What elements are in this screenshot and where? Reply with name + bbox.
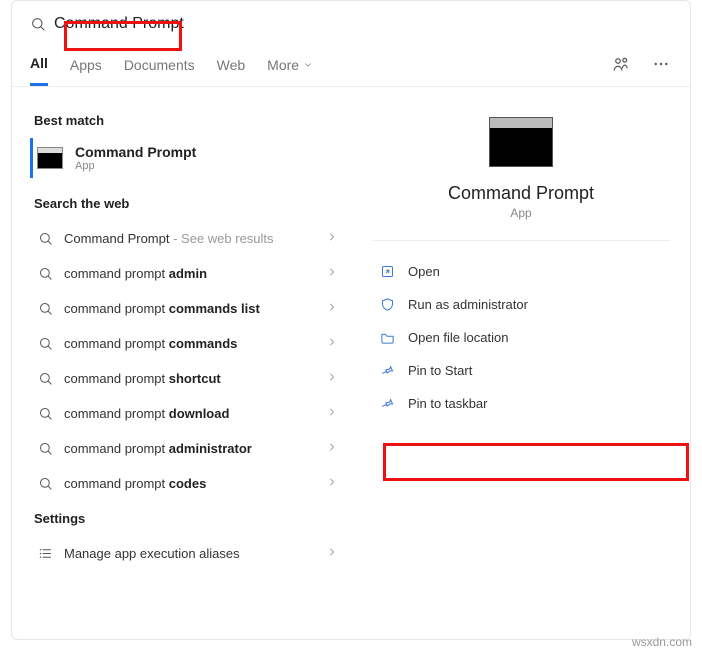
chevron-right-icon	[326, 406, 338, 421]
web-result-text: command prompt commands	[64, 336, 237, 351]
chevron-right-icon	[326, 336, 338, 351]
action-label: Run as administrator	[408, 297, 528, 312]
web-result-item[interactable]: command prompt codes	[30, 466, 348, 501]
search-window: Command Prompt All Apps Documents Web Mo…	[11, 0, 691, 640]
best-match-subtitle: App	[75, 160, 196, 172]
search-icon	[36, 266, 54, 281]
action-open[interactable]: Open	[372, 255, 670, 288]
actions-list: Open Run as administrator Open file locati…	[372, 241, 670, 420]
list-icon	[36, 546, 54, 561]
shield-icon	[378, 297, 396, 312]
web-result-item[interactable]: command prompt commands	[30, 326, 348, 361]
action-label: Open	[408, 264, 440, 279]
web-result-text: command prompt shortcut	[64, 371, 221, 386]
action-label: Open file location	[408, 330, 508, 345]
tab-apps[interactable]: Apps	[70, 49, 102, 85]
web-result-text: command prompt admin	[64, 266, 207, 281]
section-search-web: Search the web	[30, 186, 348, 221]
search-icon	[36, 336, 54, 351]
search-icon	[36, 476, 54, 491]
preview-title: Command Prompt	[372, 183, 670, 204]
web-result-text: command prompt commands list	[64, 301, 260, 316]
tab-more[interactable]: More	[267, 49, 313, 85]
action-open-file-location[interactable]: Open file location	[372, 321, 670, 354]
account-icon[interactable]	[608, 51, 634, 77]
search-icon	[30, 16, 46, 32]
web-result-text: command prompt administrator	[64, 441, 252, 456]
chevron-right-icon	[326, 266, 338, 281]
search-input[interactable]: Command Prompt	[54, 15, 184, 33]
web-results-list: Command Prompt - See web results command …	[30, 221, 348, 501]
web-result-item[interactable]: command prompt administrator	[30, 431, 348, 466]
web-result-item[interactable]: command prompt download	[30, 396, 348, 431]
action-label: Pin to taskbar	[408, 396, 488, 411]
section-settings: Settings	[30, 501, 348, 536]
search-icon	[36, 371, 54, 386]
pin-icon	[378, 396, 396, 411]
chevron-right-icon	[326, 371, 338, 386]
pin-icon	[378, 363, 396, 378]
chevron-down-icon	[303, 60, 313, 70]
more-options-icon[interactable]	[648, 51, 674, 77]
command-prompt-icon-large	[489, 117, 553, 167]
settings-item-label: Manage app execution aliases	[64, 546, 240, 561]
tab-web[interactable]: Web	[217, 49, 246, 85]
tab-more-label: More	[267, 57, 299, 73]
best-match-item[interactable]: Command Prompt App	[30, 138, 348, 178]
action-pin-to-taskbar[interactable]: Pin to taskbar	[372, 387, 670, 420]
chevron-right-icon	[326, 301, 338, 316]
action-label: Pin to Start	[408, 363, 472, 378]
chevron-right-icon	[326, 231, 338, 246]
open-icon	[378, 264, 396, 279]
settings-item[interactable]: Manage app execution aliases	[30, 536, 348, 571]
best-match-texts: Command Prompt App	[75, 144, 196, 172]
section-best-match: Best match	[30, 103, 348, 138]
main-area: Best match Command Prompt App Search the…	[12, 87, 690, 615]
web-result-item[interactable]: Command Prompt - See web results	[30, 221, 348, 256]
tab-documents[interactable]: Documents	[124, 49, 195, 85]
filter-tabs: All Apps Documents Web More	[12, 43, 690, 87]
chevron-right-icon	[326, 546, 338, 561]
web-result-text: Command Prompt - See web results	[64, 231, 274, 246]
chevron-right-icon	[326, 476, 338, 491]
action-run-as-administrator[interactable]: Run as administrator	[372, 288, 670, 321]
preview-subtitle: App	[372, 206, 670, 220]
folder-icon	[378, 330, 396, 345]
chevron-right-icon	[326, 441, 338, 456]
search-icon	[36, 301, 54, 316]
results-column: Best match Command Prompt App Search the…	[12, 87, 352, 615]
search-icon	[36, 231, 54, 246]
preview-column: Command Prompt App Open Run as administra…	[352, 87, 690, 615]
search-icon	[36, 406, 54, 421]
settings-list: Manage app execution aliases	[30, 536, 348, 571]
web-result-item[interactable]: command prompt commands list	[30, 291, 348, 326]
watermark: wsxdn.com	[632, 635, 692, 649]
web-result-item[interactable]: command prompt admin	[30, 256, 348, 291]
action-pin-to-start[interactable]: Pin to Start	[372, 354, 670, 387]
command-prompt-icon	[37, 147, 63, 169]
web-result-item[interactable]: command prompt shortcut	[30, 361, 348, 396]
best-match-title: Command Prompt	[75, 144, 196, 160]
preview-header: Command Prompt App	[372, 117, 670, 241]
web-result-text: command prompt download	[64, 406, 229, 421]
search-icon	[36, 441, 54, 456]
tab-all[interactable]: All	[30, 47, 48, 86]
web-result-text: command prompt codes	[64, 476, 206, 491]
search-bar[interactable]: Command Prompt	[12, 1, 690, 43]
